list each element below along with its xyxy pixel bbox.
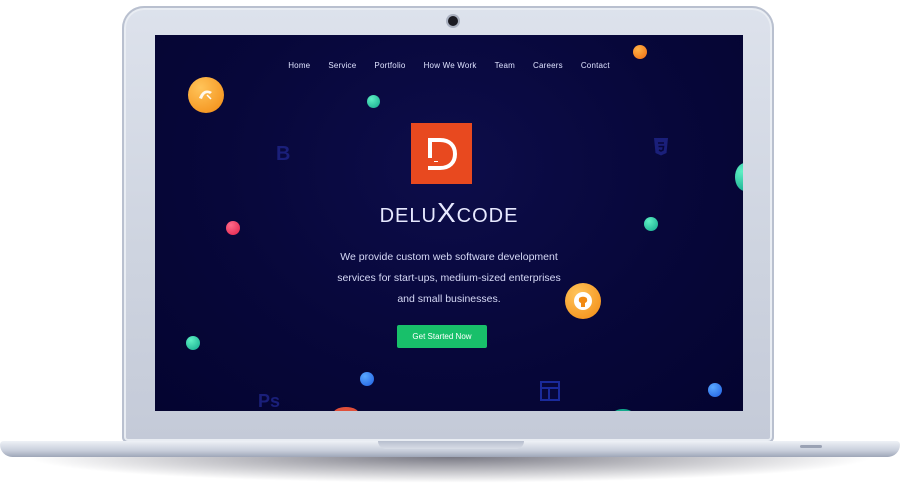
nav-careers[interactable]: Careers — [524, 61, 572, 70]
photoshop-icon: Ps — [258, 391, 281, 411]
bootstrap-icon: B — [276, 143, 291, 165]
nav-portfolio[interactable]: Portfolio — [365, 61, 414, 70]
indicator-light — [800, 445, 822, 448]
tagline-line: We provide custom web software developme… — [340, 251, 558, 263]
logo — [411, 123, 472, 184]
decor-dot — [333, 407, 359, 411]
nav-home[interactable]: Home — [279, 61, 319, 70]
decor-dot — [735, 163, 743, 191]
hero-tagline: We provide custom web software developme… — [309, 247, 589, 310]
decor-dot — [186, 336, 200, 350]
laptop-shadow — [24, 457, 876, 483]
logo-d-icon — [427, 137, 457, 170]
brand-part1: DELU — [379, 205, 437, 227]
decor-dot — [708, 383, 722, 397]
main-nav: Home Service Portfolio How We Work Team … — [155, 61, 743, 70]
html5-icon — [652, 137, 670, 162]
laptop-screen: Home Service Portfolio How We Work Team … — [155, 35, 743, 411]
decor-dot — [367, 95, 380, 108]
decor-dot — [613, 409, 633, 411]
nav-service[interactable]: Service — [319, 61, 365, 70]
nav-contact[interactable]: Contact — [572, 61, 619, 70]
webcam — [448, 16, 458, 26]
brand-name: DELUXCODE — [155, 199, 743, 228]
tagline-line: services for start-ups, medium-sized ent… — [337, 272, 561, 284]
brand-x: X — [436, 197, 457, 228]
nav-how-we-work[interactable]: How We Work — [415, 61, 486, 70]
brand-part2: CODE — [456, 205, 519, 227]
get-started-button[interactable]: Get Started Now — [397, 325, 487, 348]
laptop-notch — [378, 441, 524, 449]
tagline-line: and small businesses. — [397, 293, 501, 305]
nav-team[interactable]: Team — [486, 61, 524, 70]
decor-dot — [633, 45, 647, 59]
layout-icon — [539, 380, 561, 407]
decor-dot — [360, 372, 374, 386]
mysql-icon — [188, 77, 224, 113]
